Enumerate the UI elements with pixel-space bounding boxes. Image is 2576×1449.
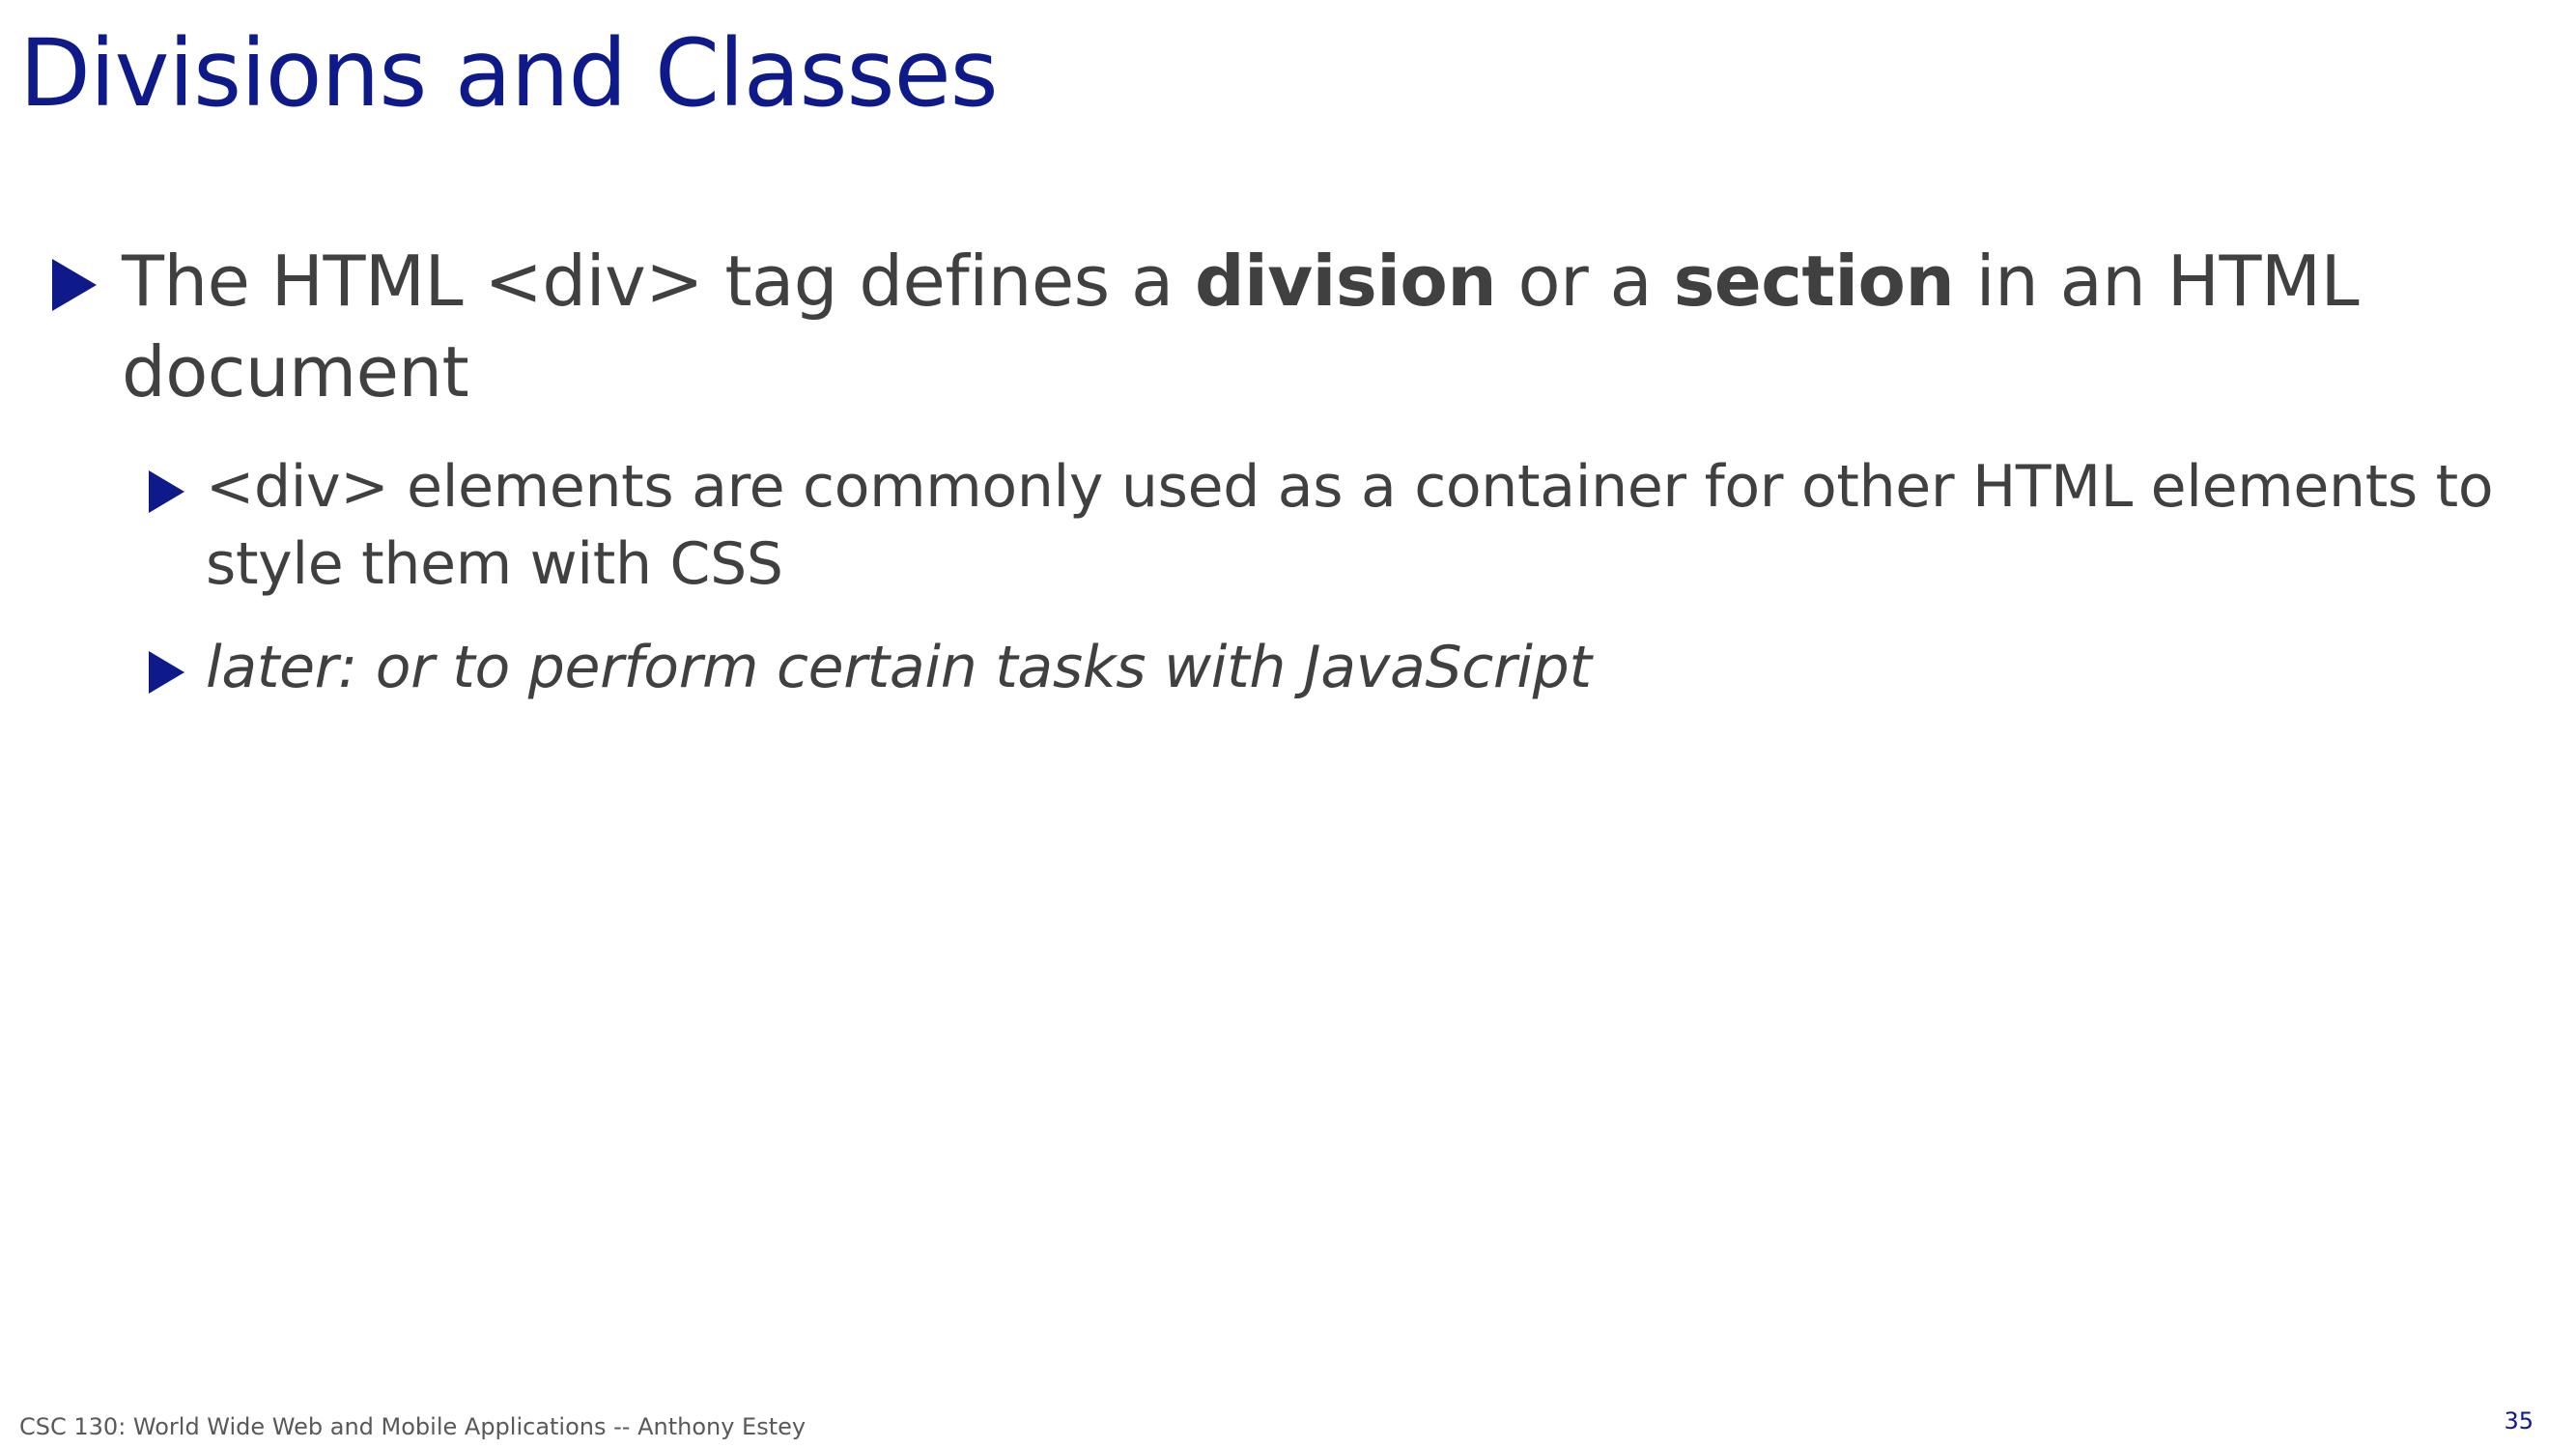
bullet-level1: The HTML <div> tag defines a division or… [52, 236, 2448, 417]
slide-title: Divisions and Classes [19, 19, 999, 128]
bullet-level2-italic-text: later: or to perform certain tasks with … [206, 634, 1592, 701]
bullet-level2-javascript: later: or to perform certain tasks with … [149, 629, 2515, 706]
triangle-right-icon [52, 259, 97, 311]
bullet-level2-text: <div> elements are commonly used as a co… [206, 453, 2494, 598]
bullet-text-part: The HTML <div> tag defines a [122, 241, 1196, 322]
bullet-level1-text: The HTML <div> tag defines a division or… [122, 236, 2448, 417]
triangle-right-icon [149, 651, 184, 694]
bullet-level2-container: <div> elements are commonly used as a co… [149, 448, 2515, 603]
slide: Divisions and Classes The HTML <div> tag… [0, 0, 2576, 1449]
footer-text: CSC 130: World Wide Web and Mobile Appli… [19, 1413, 807, 1440]
page-number: 35 [2504, 1407, 2534, 1435]
bullet-text-bold-section: section [1673, 241, 1955, 322]
bullet-text-bold-division: division [1195, 241, 1497, 322]
triangle-right-icon [149, 470, 184, 513]
bullet-text-part: or a [1496, 241, 1674, 322]
